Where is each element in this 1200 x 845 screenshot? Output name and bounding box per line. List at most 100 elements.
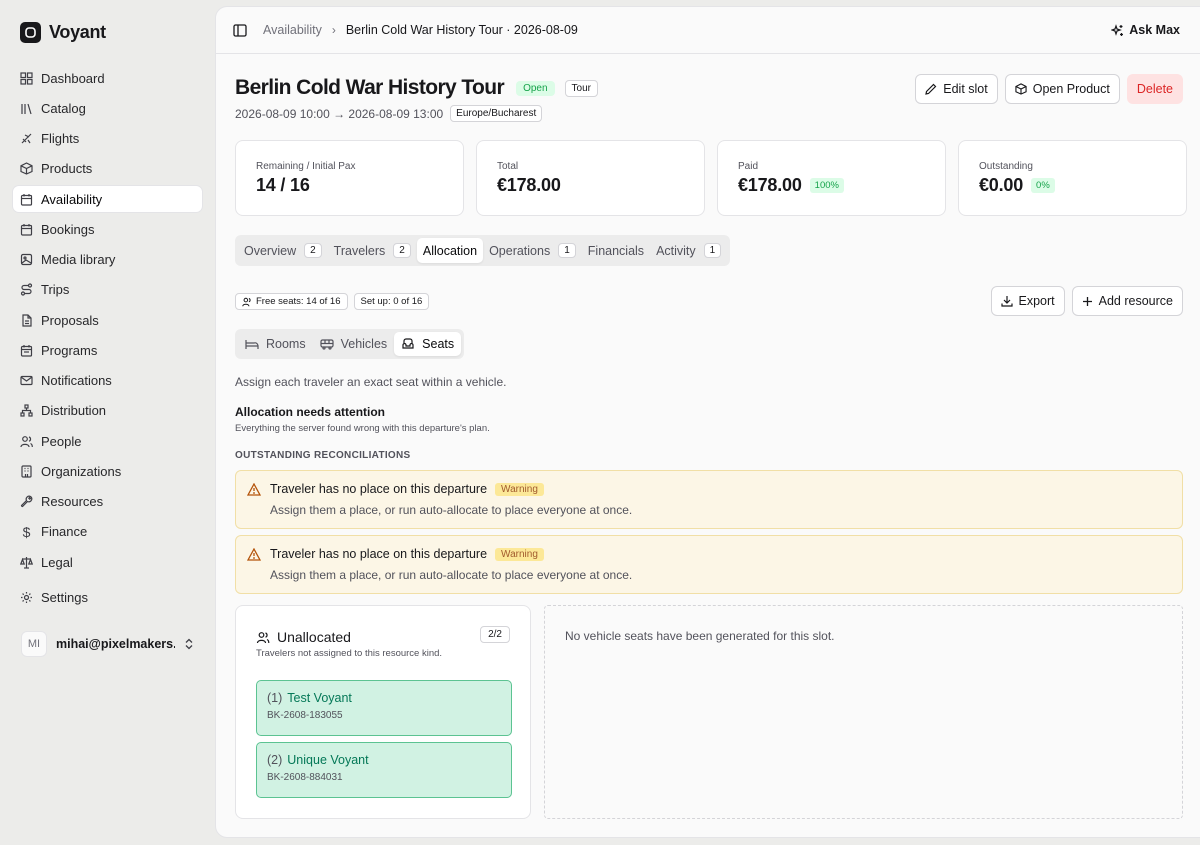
- percent-badge: 100%: [809, 178, 844, 193]
- warning-title: Traveler has no place on this departure: [270, 547, 488, 561]
- page-title: Berlin Cold War History Tour: [235, 76, 505, 99]
- grid-icon: [20, 71, 33, 85]
- tab-travelers[interactable]: Travelers 2: [328, 238, 417, 263]
- sidebar-item-label: Proposals: [41, 312, 99, 328]
- sidebar-item-legal[interactable]: Legal: [13, 549, 202, 575]
- sidebar-toggle-icon[interactable]: [233, 23, 247, 37]
- tab-count: 1: [558, 243, 576, 258]
- tab-operations[interactable]: Operations 1: [483, 238, 582, 263]
- tab-seats[interactable]: Seats: [394, 332, 462, 356]
- allocation-summary: Free seats: 14 of 16 Set up: 0 of 16: [235, 293, 430, 310]
- tab-label: Activity: [656, 243, 696, 258]
- sidebar-item-label: Catalog: [41, 100, 86, 116]
- tab-count: 1: [703, 243, 722, 258]
- users-icon: [242, 297, 252, 307]
- calendar-icon: [20, 193, 33, 206]
- sidebar-item-resources[interactable]: Resources: [13, 489, 202, 515]
- sidebar-item-programs[interactable]: Programs: [13, 337, 202, 363]
- bus-icon: [319, 338, 334, 350]
- library-icon: [20, 102, 33, 115]
- sidebar-item-availability[interactable]: Availability: [13, 186, 202, 212]
- time-range: 2026-08-09 10:00 → 2026-08-09 13:00: [235, 106, 444, 121]
- sidebar-item-catalog[interactable]: Catalog: [13, 95, 202, 121]
- sidebar-item-finance[interactable]: $ Finance: [13, 519, 202, 545]
- sidebar-item-dashboard[interactable]: Dashboard: [13, 65, 202, 91]
- tab-label: Financials: [587, 243, 645, 258]
- stat-label: Total: [497, 161, 519, 172]
- traveler-index: (1): [267, 691, 283, 705]
- booking-ref: BK-2608-884031: [267, 772, 343, 783]
- title-row: Berlin Cold War History Tour Open Tour: [235, 76, 598, 100]
- warning-card: Traveler has no place on this departure …: [235, 535, 1183, 594]
- sidebar-item-label: Availability: [41, 191, 103, 207]
- export-button[interactable]: Export: [990, 286, 1065, 316]
- header-actions: Edit slot Open Product Delete: [915, 74, 1183, 104]
- sidebar-item-label: Products: [41, 161, 93, 177]
- attention-title: Allocation needs attention: [235, 405, 386, 419]
- traveler-name: Test Voyant: [287, 691, 352, 705]
- sidebar-item-label: Flights: [41, 131, 80, 146]
- sidebar-item-label: Bookings: [41, 221, 95, 237]
- tab-financials[interactable]: Financials: [582, 238, 650, 263]
- stat-value: €0.00 0%: [979, 175, 1166, 196]
- stat-number: €0.00: [979, 175, 1024, 195]
- sidebar-item-label: Trips: [41, 282, 70, 298]
- warning-badge: Warning: [495, 547, 544, 561]
- tab-activity[interactable]: Activity 1: [650, 238, 727, 263]
- wrench-icon: [20, 495, 33, 508]
- traveler-card[interactable]: (1) Test Voyant BK-2608-183055: [256, 680, 512, 736]
- stat-label: Paid: [738, 161, 759, 172]
- add-resource-button[interactable]: Add resource: [1071, 286, 1183, 316]
- sidebar-item-proposals[interactable]: Proposals: [13, 307, 202, 333]
- delete-button[interactable]: Delete: [1126, 74, 1183, 104]
- sidebar-item-products[interactable]: Products: [13, 156, 202, 182]
- sidebar-item-settings[interactable]: Settings: [13, 584, 202, 610]
- unallocated-subtitle: Travelers not assigned to this resource …: [256, 648, 443, 659]
- stat-value: €178.00 100%: [738, 175, 925, 196]
- tab-count: 2: [393, 243, 411, 258]
- sidebar-item-bookings[interactable]: Bookings: [13, 216, 202, 242]
- stat-number: €178.00: [738, 175, 802, 195]
- empty-state-message: No vehicle seats have been generated for…: [565, 629, 835, 643]
- traveler-card[interactable]: (2) Unique Voyant BK-2608-884031: [256, 742, 512, 798]
- sidebar-item-distribution[interactable]: Distribution: [13, 398, 202, 424]
- gear-icon: [20, 591, 33, 604]
- sidebar-item-media-library[interactable]: Media library: [13, 247, 202, 273]
- slot-tabs: Overview 2 Travelers 2 Allocation Operatio…: [235, 235, 731, 266]
- open-product-button[interactable]: Open Product: [1004, 74, 1120, 104]
- voyant-logo-icon: [20, 21, 41, 43]
- breadcrumb-current: Berlin Cold War History Tour · 2026-08-0…: [345, 23, 578, 37]
- breadcrumb-parent[interactable]: Availability: [263, 23, 322, 37]
- edit-slot-button[interactable]: Edit slot: [915, 74, 998, 104]
- booking-ref: BK-2608-183055: [267, 710, 343, 721]
- stat-card-paid: Paid €178.00 100%: [717, 140, 946, 216]
- tab-allocation[interactable]: Allocation: [416, 238, 484, 263]
- sidebar-item-label: Finance: [41, 524, 88, 540]
- ask-max-button[interactable]: Ask Max: [1111, 23, 1183, 37]
- network-icon: [20, 404, 33, 417]
- sidebar-item-notifications[interactable]: Notifications: [13, 368, 202, 394]
- sparkles-icon: [1111, 23, 1124, 37]
- stat-value: €178.00: [497, 175, 684, 196]
- sidebar-item-label: Resources: [41, 494, 104, 509]
- tab-overview[interactable]: Overview 2: [238, 238, 328, 263]
- sidebar-item-label: Legal: [41, 554, 73, 570]
- sidebar-item-flights[interactable]: Flights: [13, 126, 202, 152]
- plus-icon: [1082, 296, 1093, 307]
- sidebar-item-label: Dashboard: [41, 70, 105, 86]
- sidebar-item-people[interactable]: People: [13, 428, 202, 454]
- users-icon: [20, 435, 33, 448]
- plane-icon: [20, 132, 33, 145]
- user-menu[interactable]: MI mihai@pixelmakers.c...: [13, 628, 202, 660]
- sidebar-item-label: Organizations: [41, 463, 122, 479]
- calendar-days-icon: [20, 344, 33, 357]
- chevrons-up-down-icon: [184, 638, 194, 650]
- subtab-label: Rooms: [266, 337, 306, 351]
- free-seats-label: Free seats: 14 of 16: [256, 296, 341, 307]
- sidebar-item-organizations[interactable]: Organizations: [13, 458, 202, 484]
- seat-map-empty-state: No vehicle seats have been generated for…: [544, 605, 1183, 819]
- sidebar-item-trips[interactable]: Trips: [13, 277, 202, 303]
- tab-vehicles[interactable]: Vehicles: [313, 332, 395, 356]
- tab-rooms[interactable]: Rooms: [238, 332, 313, 356]
- brand[interactable]: Voyant: [20, 21, 106, 43]
